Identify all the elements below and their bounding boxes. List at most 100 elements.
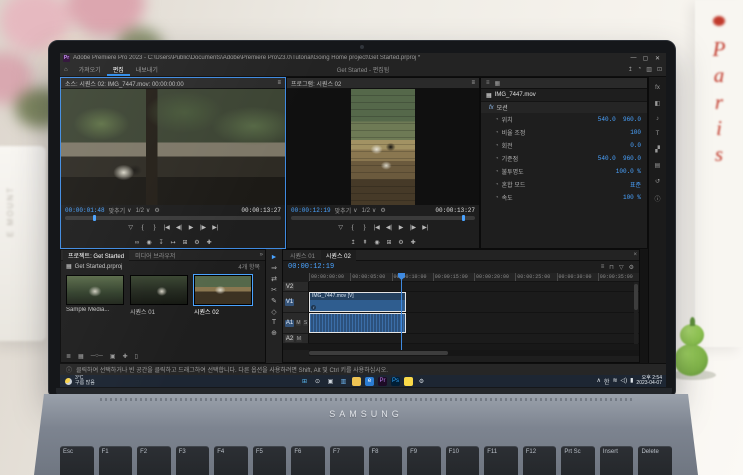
stopwatch-icon[interactable]: ◔	[495, 130, 499, 136]
timeline-horizontal-scrollbar[interactable]	[309, 350, 639, 356]
widgets-button[interactable]: ▥	[339, 377, 348, 386]
ime-korean-indicator[interactable]: 한	[604, 377, 610, 386]
source-monitor-header[interactable]: 소스: 시퀀스 02: IMG_7447.mov: 00:00:00:00 ≡	[61, 78, 285, 89]
info-panel-icon[interactable]: ⓘ	[654, 194, 660, 203]
panel-menu-icon[interactable]: ≡	[277, 80, 281, 86]
motion-section-header[interactable]: fx 모션	[481, 102, 647, 113]
track-a1-lane[interactable]	[309, 313, 639, 334]
program-zoom-dropdown[interactable]: 1/2 ∨	[362, 207, 377, 215]
essential-sound-panel-icon[interactable]: ♪	[656, 116, 659, 122]
home-icon[interactable]: ⌂	[64, 67, 68, 73]
ruler-label[interactable]: 00:00:15:00	[432, 273, 474, 281]
edge-button[interactable]: e	[365, 376, 374, 386]
progress-dashboard-icon[interactable]: ◔	[638, 66, 642, 73]
selection-tool[interactable]: ►	[271, 254, 278, 261]
play-icon[interactable]: ▶	[188, 224, 194, 231]
taskbar-clock[interactable]: 오후 2:54 2023-04-07	[636, 376, 662, 386]
solo-button[interactable]: S	[303, 320, 308, 326]
file-explorer-button[interactable]	[352, 376, 361, 386]
minimize-button[interactable]: —	[628, 55, 639, 62]
delete-icon[interactable]: ▯	[135, 353, 138, 360]
keyboard-key[interactable]: F10	[445, 446, 480, 475]
program-monitor-tab[interactable]: 프로그램: 시퀀스 02	[291, 79, 341, 88]
property-value[interactable]: 100.0 %	[616, 168, 641, 175]
keyboard-key[interactable]: F2	[137, 446, 171, 475]
stopwatch-icon[interactable]: ◔	[495, 156, 499, 162]
program-current-timecode[interactable]: 00:00:12:19	[291, 207, 331, 214]
export-frame-icon[interactable]: ◉	[374, 239, 380, 246]
transitions-panel-icon[interactable]: ▞	[655, 146, 660, 153]
source-current-timecode[interactable]: 00:00:01:48	[65, 207, 105, 214]
workspace-tab[interactable]: 편집	[107, 64, 130, 76]
settings-menu-icon[interactable]: ⚙	[194, 239, 200, 246]
nest-toggle-icon[interactable]: ≡	[601, 264, 605, 271]
keyboard-key[interactable]: F7	[329, 446, 364, 475]
hand-tool[interactable]: ◇	[271, 308, 276, 316]
go-to-in-icon[interactable]: |◀	[374, 224, 380, 231]
keyboard-key[interactable]: Esc	[60, 446, 94, 475]
source-zoom-dropdown[interactable]: 1/2 ∨	[136, 207, 151, 215]
restore-button[interactable]: ▢	[640, 55, 651, 62]
premiere-button[interactable]: Pr	[378, 376, 387, 386]
track-a2-label[interactable]: A2	[285, 335, 294, 342]
play-icon[interactable]: ▶	[398, 224, 404, 231]
track-a2-header[interactable]: A2 M	[283, 334, 309, 344]
go-to-out-icon[interactable]: ▶|	[422, 224, 428, 231]
ruler-label[interactable]: 00:00:30:00	[556, 273, 598, 281]
timeline-current-timecode[interactable]: 00:00:12:19	[288, 263, 334, 271]
audio-clip[interactable]	[309, 313, 406, 333]
property-value[interactable]: 540.0 960.0	[598, 116, 641, 123]
stopwatch-icon[interactable]: ◔	[495, 195, 499, 201]
settings-menu-icon[interactable]: ⚙	[398, 239, 404, 246]
keyboard-key[interactable]: Prt Sc	[561, 446, 595, 475]
program-video-display[interactable]	[287, 89, 479, 205]
track-v1-label[interactable]: V1	[285, 298, 294, 306]
quick-export-icon[interactable]: ↥	[628, 66, 633, 73]
thumbnail-zoom-slider[interactable]: ─○─	[91, 353, 103, 360]
sequence-tab[interactable]: 시퀀스 02	[320, 249, 356, 261]
keyboard-key[interactable]: F6	[291, 446, 325, 475]
ripple-edit-tool[interactable]: ⇄	[271, 275, 277, 283]
battery-icon[interactable]: ▮	[630, 377, 633, 386]
effect-property-row[interactable]: ◔ 회전 0.0	[481, 139, 647, 152]
effect-property-row[interactable]: ◔ 비율 조정 100	[481, 126, 647, 139]
stopwatch-icon[interactable]: ◔	[495, 117, 499, 123]
track-a2-lane[interactable]	[309, 334, 639, 344]
track-select-tool[interactable]: ⇒	[271, 264, 277, 272]
add-marker-icon[interactable]: ▽	[338, 224, 344, 231]
mute-button[interactable]: M	[296, 335, 302, 342]
button-editor-icon[interactable]: ✚	[206, 239, 212, 246]
ruler-label[interactable]: 00:00:25:00	[515, 273, 556, 281]
scrollbar-thumb[interactable]	[309, 351, 448, 355]
ruler-label[interactable]: 00:00:10:00	[391, 273, 433, 281]
icon-view-icon[interactable]: ▦	[78, 353, 84, 360]
history-panel-icon[interactable]: ↺	[655, 178, 660, 185]
weather-widget[interactable]: 3°C 구름 많음	[60, 375, 100, 387]
keyboard-key[interactable]: F4	[214, 446, 248, 475]
track-v1-header[interactable]: V1	[283, 292, 309, 313]
stopwatch-icon[interactable]: ◔	[495, 169, 499, 175]
project-item-thumbnail[interactable]	[66, 275, 124, 305]
source-video-display[interactable]	[61, 89, 285, 205]
keyboard-key[interactable]: F8	[368, 446, 403, 475]
lift-icon[interactable]: ↥	[350, 239, 356, 246]
comparison-view-icon[interactable]: ⊞	[386, 239, 392, 246]
program-settings-icon[interactable]: ⚙	[380, 207, 385, 214]
go-to-out-icon[interactable]: ▶|	[212, 224, 218, 231]
loop-icon[interactable]: ∞	[134, 240, 140, 246]
source-settings-icon[interactable]: ⚙	[154, 207, 159, 214]
effect-property-row[interactable]: ◔ 불투명도 100.0 %	[481, 165, 647, 178]
property-value[interactable]: 표준	[630, 180, 641, 189]
track-a1-header[interactable]: A1 M S	[283, 313, 309, 334]
step-forward-icon[interactable]: |▶	[410, 224, 416, 231]
export-frame-icon[interactable]: ◉	[146, 239, 152, 246]
mute-button[interactable]: M	[296, 320, 301, 326]
source-monitor-tab[interactable]: 소스: 시퀀스 02: IMG_7447.mov: 00:00:00:00	[65, 79, 184, 88]
ruler-label[interactable]: 00:00:35:00	[597, 273, 639, 281]
timeline-playhead[interactable]	[398, 273, 405, 350]
sequence-tab[interactable]: 시퀀스 01	[285, 250, 320, 261]
program-fit-dropdown[interactable]: 맞추기 ∨	[335, 206, 358, 215]
markers-panel-icon[interactable]: ▤	[655, 162, 661, 169]
source-scrub-bar[interactable]	[65, 215, 281, 221]
keyboard-key[interactable]: F1	[98, 446, 133, 475]
